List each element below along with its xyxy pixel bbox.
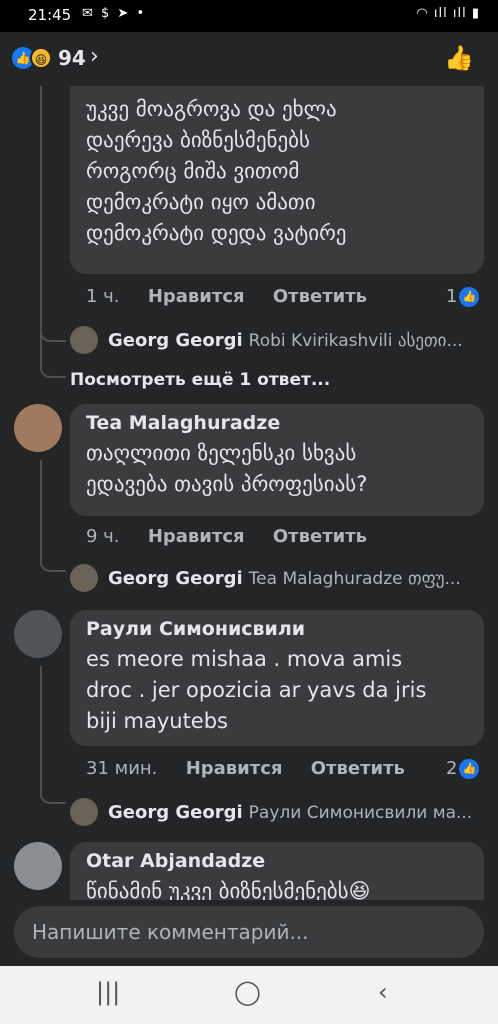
reply-preview[interactable]: Georg Georgi Раули Симонисвили ма... xyxy=(108,802,488,823)
comment-time: 9 ч. xyxy=(86,526,120,547)
like-comment-button[interactable]: Нравится xyxy=(186,758,283,779)
comment-text: es meore mishaa . mova amis droc . jer o… xyxy=(86,647,427,733)
comment-text: წინამინ უკვე ბიზნესმენებს😆 xyxy=(86,879,371,900)
like-icon: 👍 xyxy=(459,759,480,779)
comment-time: 1 ч. xyxy=(86,286,120,307)
reply-text: Robi Kvirikashvili ასეთი... xyxy=(248,331,463,351)
reply-comment-button[interactable]: Ответить xyxy=(273,286,367,307)
comment-bubble[interactable]: Tea Malaghuradze თაღლითი ზელენსკი სხვას … xyxy=(70,404,484,516)
back-button[interactable]: ‹ xyxy=(378,978,388,1006)
comment-bubble[interactable]: Otar Abjandadze წინამინ უკვე ბიზნესმენებ… xyxy=(70,842,484,900)
like-comment-button[interactable]: Нравится xyxy=(148,526,245,547)
comment-actions: 31 мин. Нравится Ответить xyxy=(86,758,427,779)
comment-actions: 9 ч. Нравится Ответить xyxy=(86,526,389,547)
comment-actions: 1 ч. Нравится Ответить xyxy=(86,286,389,307)
reply-comment-button[interactable]: Ответить xyxy=(311,758,405,779)
reply-preview[interactable]: Georg Georgi Tea Malaghuradze თფუ... xyxy=(108,568,488,589)
status-bar: 21:45 ✉ $ ➤ • ◠ ıll ıll ▮ xyxy=(0,0,498,32)
comment-input[interactable]: Напишите комментарий... xyxy=(14,906,484,958)
comments-list: უკვე მოაგროვა და ეხლა დაერევა ბიზნესმენე… xyxy=(0,86,498,900)
comment-text: თაღლითი ზელენსკი სხვას ედავება თავის პრო… xyxy=(86,441,368,496)
comment-like-count[interactable]: 2 👍 xyxy=(446,758,480,779)
reaction-count[interactable]: 94 xyxy=(58,46,86,70)
system-nav-bar: ||| ◯ ‹ xyxy=(0,966,498,1024)
thread-line xyxy=(40,460,42,566)
chevron-right-icon[interactable]: › xyxy=(90,44,99,69)
thread-hook xyxy=(40,326,66,342)
comment-like-count[interactable]: 1 👍 xyxy=(446,286,480,307)
comment-author[interactable]: Tea Malaghuradze xyxy=(86,412,468,434)
home-button[interactable]: ◯ xyxy=(234,978,261,1006)
reply-text: Раули Симонисвили ма... xyxy=(248,803,473,823)
haha-reaction-icon: 😆 xyxy=(30,47,52,69)
thread-hook xyxy=(40,788,66,804)
comment-author[interactable]: Otar Abjandadze xyxy=(86,850,468,872)
avatar[interactable] xyxy=(70,326,98,354)
comment-bubble[interactable]: უკვე მოაგროვა და ეხლა დაერევა ბიზნესმენე… xyxy=(70,86,484,274)
like-count-value: 2 xyxy=(446,758,458,779)
like-post-button[interactable]: 👍 xyxy=(444,44,474,72)
thread-line xyxy=(40,86,42,342)
reply-preview[interactable]: Georg Georgi Robi Kvirikashvili ასეთი... xyxy=(108,330,488,351)
view-more-replies-link[interactable]: Посмотреть ещё 1 ответ... xyxy=(70,370,330,390)
comment-composer: Напишите комментарий... xyxy=(0,900,498,966)
reply-comment-button[interactable]: Ответить xyxy=(273,526,367,547)
reply-author: Georg Georgi xyxy=(108,802,243,823)
reply-author: Georg Georgi xyxy=(108,568,243,589)
thread-hook xyxy=(40,556,66,572)
thread-line xyxy=(40,666,42,798)
status-time: 21:45 xyxy=(28,6,72,24)
comment-author[interactable]: Раули Симонисвили xyxy=(86,618,468,640)
avatar[interactable] xyxy=(14,404,62,452)
comment-time: 31 мин. xyxy=(86,758,158,779)
recent-apps-button[interactable]: ||| xyxy=(96,978,120,1006)
like-count-value: 1 xyxy=(446,286,458,307)
like-comment-button[interactable]: Нравится xyxy=(148,286,245,307)
reactions-header: 👍 😆 94 › 👍 xyxy=(0,32,498,86)
comment-text: უკვე მოაგროვა და ეხლა დაერევა ბიზნესმენე… xyxy=(86,97,347,245)
reply-author: Georg Georgi xyxy=(108,330,243,351)
notification-icons: ✉ $ ➤ • xyxy=(82,6,147,21)
signal-battery-icons: ◠ ıll ıll ▮ xyxy=(416,6,480,21)
avatar[interactable] xyxy=(14,842,62,890)
like-icon: 👍 xyxy=(459,287,480,307)
avatar[interactable] xyxy=(70,798,98,826)
reply-text: Tea Malaghuradze თფუ... xyxy=(248,569,461,589)
avatar[interactable] xyxy=(14,610,62,658)
avatar[interactable] xyxy=(70,564,98,592)
thread-hook xyxy=(40,342,66,378)
comment-bubble[interactable]: Раули Симонисвили es meore mishaa . mova… xyxy=(70,610,484,746)
